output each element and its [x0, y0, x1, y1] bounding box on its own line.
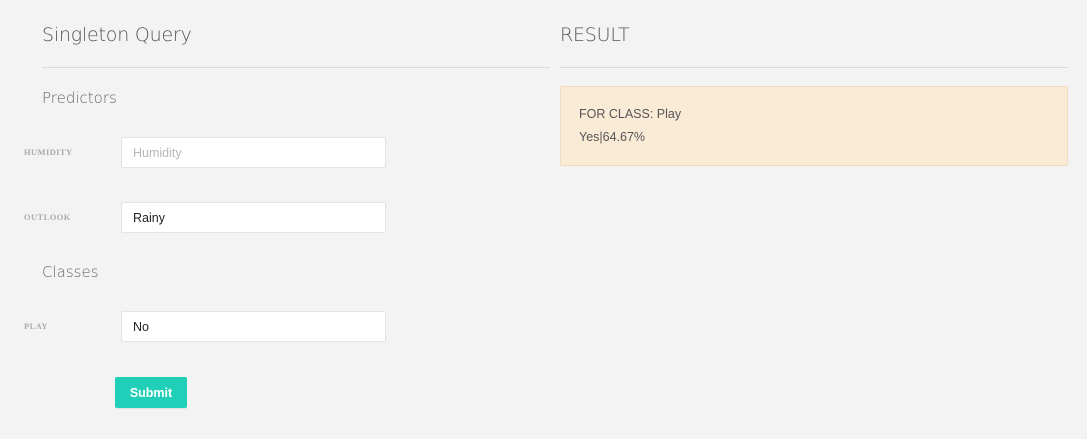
submit-button[interactable]: Submit — [115, 377, 187, 408]
result-value-line: Yes|64.67% — [579, 130, 646, 144]
humidity-label: HUMIDITY — [24, 147, 73, 157]
play-input[interactable] — [121, 311, 386, 342]
result-panel-divider — [560, 67, 1068, 68]
result-panel-title: RESULT — [560, 24, 630, 46]
outlook-label: OUTLOOK — [24, 212, 71, 222]
humidity-input[interactable] — [121, 137, 386, 168]
query-panel-divider — [42, 67, 550, 68]
classes-heading: Classes — [42, 263, 99, 281]
predictors-heading: Predictors — [42, 89, 117, 107]
result-box: FOR CLASS: Play Yes|64.67% — [560, 86, 1068, 166]
play-label: PLAY — [24, 321, 48, 331]
outlook-input[interactable] — [121, 202, 386, 233]
query-panel-title: Singleton Query — [42, 24, 192, 46]
page: Singleton Query Predictors HUMIDITY OUTL… — [0, 0, 1087, 439]
result-class-line: FOR CLASS: Play — [579, 107, 682, 121]
